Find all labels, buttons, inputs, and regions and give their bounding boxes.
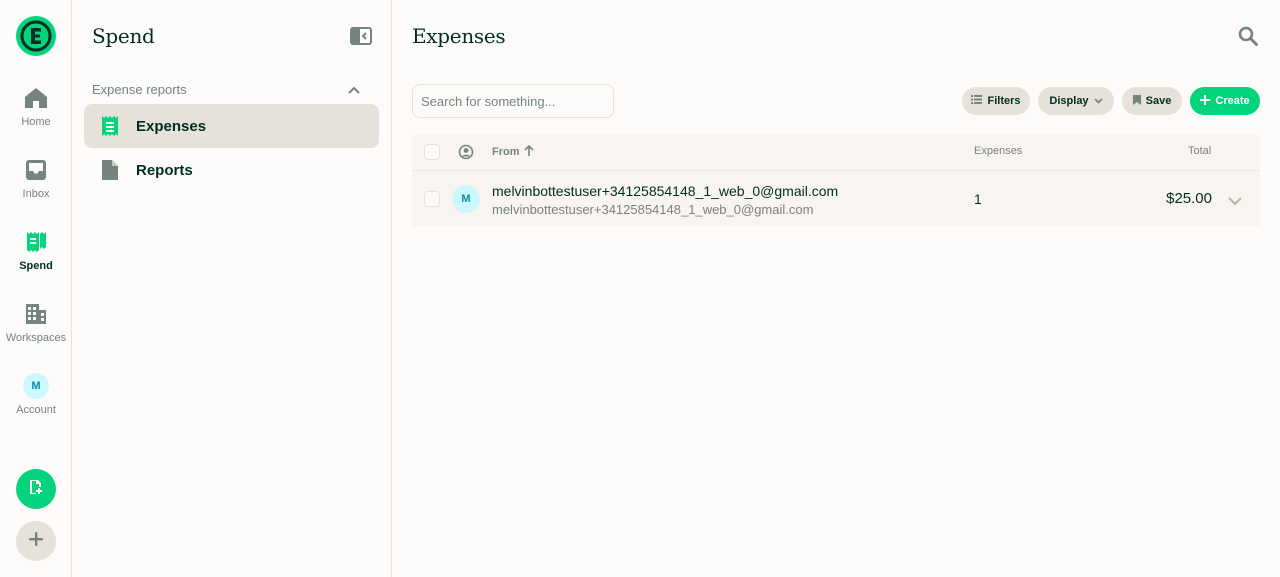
home-icon [24,86,48,110]
create-label: Create [1215,95,1250,107]
row-checkbox[interactable] [424,191,440,207]
total-header-label: Total [1188,145,1212,157]
from-secondary: melvinbottestuser+34125854148_1_web_0@gm… [492,202,814,217]
save-button[interactable]: Save [1122,87,1182,115]
arrow-up-icon [523,144,534,159]
plus-icon [1200,94,1211,108]
add-receipt-icon [28,479,44,500]
table-header: From Expenses Total [412,134,1260,170]
sidebar-item-label: Expenses [136,117,207,135]
rail-item-account[interactable]: M Account [0,373,72,433]
chevron-up-icon [348,82,360,97]
rail-item-label: Account [16,404,56,416]
filters-button[interactable]: Filters [962,87,1030,115]
spend-sidebar: Spend Expense reports Expenses Reports [72,0,392,577]
sidebar-item-expenses[interactable]: Expenses [84,104,379,148]
from-header-label: From [492,146,520,158]
sidebar-title: Spend [92,24,155,48]
filter-icon [971,95,983,107]
sidebar-item-reports[interactable]: Reports [84,148,379,192]
rail-item-spend[interactable]: Spend [0,230,72,290]
filters-label: Filters [987,95,1021,107]
building-icon [24,302,48,326]
page-title: Expenses [412,24,506,48]
document-icon [100,160,120,180]
expense-count: 1 [974,191,982,207]
from-primary: melvinbottestuser+34125854148_1_web_0@gm… [492,183,839,199]
select-all-checkbox[interactable] [424,144,440,160]
rail-item-inbox[interactable]: Inbox [0,158,72,218]
rail-item-workspaces[interactable]: Workspaces [0,302,72,362]
chevron-down-icon [1093,95,1103,107]
table-row[interactable]: M melvinbottestuser+34125854148_1_web_0@… [412,170,1260,226]
expand-row-icon[interactable] [1228,193,1242,211]
receipt-icon [100,116,120,136]
section-label: Expense reports [92,81,187,97]
expenses-table: From Expenses Total M melvinbottestuser+… [412,134,1260,226]
main-content: Expenses Filters Display Save Create [392,0,1280,577]
expense-reports-section-toggle[interactable]: Expense reports [92,80,360,98]
collapse-sidebar-button[interactable] [350,27,372,45]
global-create-button[interactable] [16,521,56,561]
rail-item-label: Spend [19,260,53,272]
avatar: M [452,185,480,213]
sidebar-item-label: Reports [136,161,193,179]
rail-item-label: Workspaces [5,332,67,344]
sort-by-from-header[interactable]: From [492,144,534,159]
expenses-header-label: Expenses [974,145,1023,157]
save-label: Save [1145,95,1172,107]
avatar: M [23,373,49,399]
rail-item-label: Inbox [22,188,50,200]
search-button[interactable] [1238,26,1258,46]
search-icon [1238,26,1258,50]
left-rail: Home Inbox Spend Workspaces M Account [0,0,72,577]
rail-item-home[interactable]: Home [0,86,72,146]
user-circle-icon [458,144,474,163]
inbox-icon [24,158,48,182]
sidebar-collapse-icon [350,27,372,49]
display-dropdown[interactable]: Display [1038,87,1114,115]
bookmark-icon [1132,94,1141,108]
display-label: Display [1049,95,1089,107]
plus-icon [28,531,44,552]
expensify-logo-icon[interactable] [16,16,56,56]
total-amount: $25.00 [1166,190,1212,207]
new-expense-button[interactable] [16,469,56,509]
create-button[interactable]: Create [1190,87,1260,115]
receipt-icon [24,230,48,254]
search-input[interactable] [412,84,614,118]
rail-item-label: Home [21,116,51,128]
